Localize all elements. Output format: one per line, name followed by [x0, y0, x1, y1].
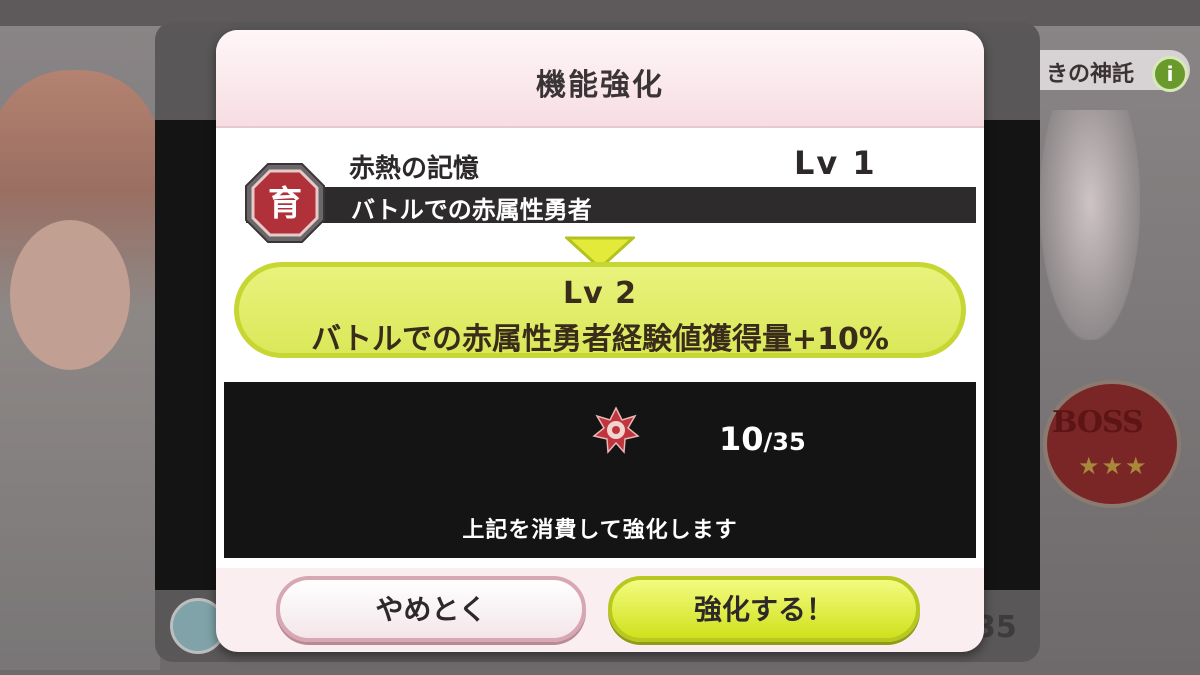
badge-glyph: 育 [268, 184, 302, 224]
chibi-character [1040, 110, 1140, 340]
upgrade-dialog: 機能強化 赤熱の記憶 Lv 1 バトルでの赤属性勇者 育 Lv 2 バトルでの赤… [216, 30, 984, 652]
dialog-title: 機能強化 [536, 68, 664, 103]
boss-stars: ★★★ [1078, 452, 1149, 480]
boss-stage-icon [1043, 380, 1181, 508]
next-level: Lv 2 [563, 276, 637, 311]
material-count: 10/35 [719, 420, 806, 458]
material-required: /35 [763, 428, 806, 456]
current-level: Lv 1 [794, 144, 877, 182]
next-level-description: バトルでの赤属性勇者経験値獲得量+10% [311, 322, 889, 357]
upgrade-button[interactable]: 強化する！ [608, 576, 920, 642]
dialog-header: 機能強化 [216, 30, 984, 128]
material-owned: 10 [719, 420, 764, 458]
info-icon[interactable]: i [1152, 56, 1188, 92]
oracle-title: きの神託 [1046, 62, 1135, 87]
nurture-badge-icon: 育 [245, 163, 325, 243]
skill-name: 赤熱の記憶 [349, 154, 480, 184]
material-medal-icon [592, 406, 640, 454]
boss-label: BOSS [1052, 405, 1144, 440]
cost-note: 上記を消費して強化します [462, 518, 738, 543]
cancel-button[interactable]: やめとく [276, 576, 586, 642]
skill-description: バトルでの赤属性勇者 [351, 196, 592, 224]
character-face [10, 220, 130, 370]
character-illustration [0, 70, 160, 670]
